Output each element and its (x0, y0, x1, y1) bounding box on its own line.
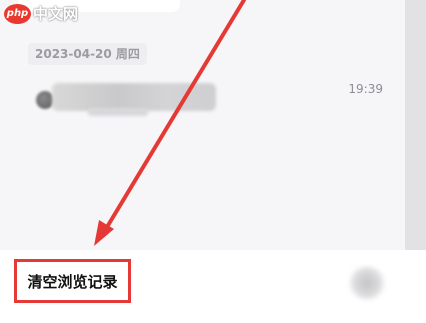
php-logo-icon: php (4, 3, 31, 24)
watermark-text: 中文网 (33, 5, 79, 23)
watermark: php 中文网 (4, 3, 78, 24)
annotation-arrow-icon (94, 0, 246, 246)
